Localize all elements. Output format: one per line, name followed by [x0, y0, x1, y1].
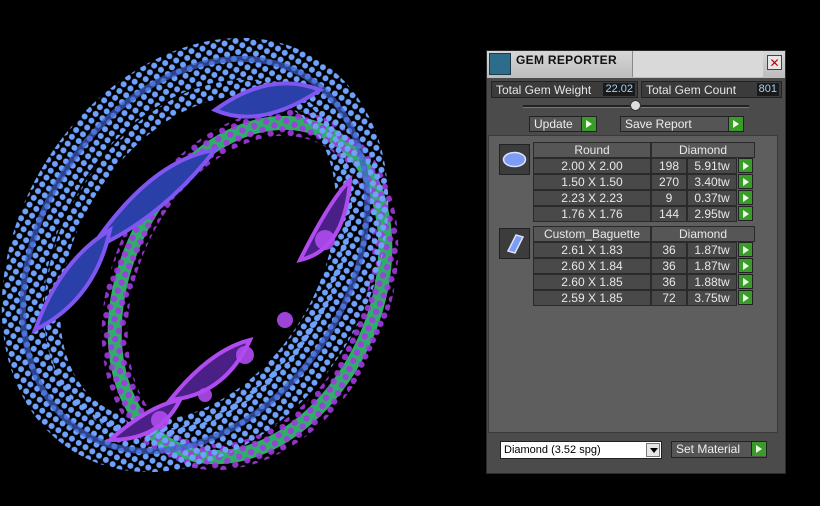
gem-weight-cell: 1.87tw	[687, 242, 737, 258]
material-select[interactable]: Diamond (3.52 spg)	[500, 441, 662, 459]
gem-count-cell: 36	[651, 274, 687, 290]
gem-weight-cell: 1.88tw	[687, 274, 737, 290]
gem-count-cell: 36	[651, 258, 687, 274]
total-gem-weight-label: Total Gem Weight	[496, 83, 592, 97]
gem-count-cell: 270	[651, 174, 687, 190]
slider-handle[interactable]	[630, 100, 641, 111]
row-select-button[interactable]	[738, 206, 753, 221]
group-shape-header: Custom_Baguette	[533, 226, 651, 242]
gem-count-cell: 144	[651, 206, 687, 222]
chevron-down-icon[interactable]	[646, 443, 660, 457]
group-material-header: Diamond	[651, 142, 755, 158]
close-button[interactable]: ✕	[767, 55, 782, 70]
round-gem-icon	[499, 144, 530, 175]
row-select-button[interactable]	[738, 190, 753, 205]
set-material-button[interactable]: Set Material	[671, 441, 767, 458]
title-bar[interactable]: GEM REPORTER ✕	[487, 51, 785, 78]
bangle-render	[1, 37, 399, 473]
baguette-gem-icon	[499, 228, 530, 259]
title-bar-spacer	[632, 51, 763, 77]
play-arrow-icon	[728, 117, 743, 131]
3d-viewport[interactable]	[0, 0, 480, 503]
gem-reporter-panel: GEM REPORTER ✕ Total Gem Weight 22.02 To…	[486, 50, 786, 474]
row-select-button[interactable]	[738, 258, 753, 273]
group-shape-header: Round	[533, 142, 651, 158]
update-button[interactable]: Update	[529, 116, 597, 132]
gem-size-cell: 2.23 X 2.23	[533, 190, 651, 206]
total-gem-count-label: Total Gem Count	[646, 83, 737, 97]
gem-weight-cell: 0.37tw	[687, 190, 737, 206]
gem-size-cell: 2.59 X 1.85	[533, 290, 651, 306]
row-select-button[interactable]	[738, 290, 753, 305]
group-material-header: Diamond	[651, 226, 755, 242]
set-material-label: Set Material	[676, 442, 741, 456]
update-label: Update	[534, 117, 573, 131]
gem-count-cell: 36	[651, 242, 687, 258]
row-select-button[interactable]	[738, 174, 753, 189]
save-report-label: Save Report	[625, 117, 692, 131]
row-select-button[interactable]	[738, 158, 753, 173]
save-report-button[interactable]: Save Report	[620, 116, 744, 132]
gem-count-cell: 72	[651, 290, 687, 306]
gem-weight-cell: 5.91tw	[687, 158, 737, 174]
material-select-value: Diamond (3.52 spg)	[504, 444, 601, 456]
gem-size-cell: 1.50 X 1.50	[533, 174, 651, 190]
gem-weight-cell: 1.87tw	[687, 258, 737, 274]
gem-weight-cell: 3.75tw	[687, 290, 737, 306]
gem-size-cell: 2.60 X 1.85	[533, 274, 651, 290]
total-gem-count-box: Total Gem Count 801	[641, 81, 782, 98]
gem-size-cell: 2.00 X 2.00	[533, 158, 651, 174]
row-select-button[interactable]	[738, 242, 753, 257]
gem-size-cell: 1.76 X 1.76	[533, 206, 651, 222]
total-gem-weight-value: 22.02	[603, 83, 635, 96]
play-arrow-icon	[581, 117, 596, 131]
total-gem-weight-box: Total Gem Weight 22.02	[491, 81, 638, 98]
gem-size-cell: 2.60 X 1.84	[533, 258, 651, 274]
play-arrow-icon	[751, 442, 766, 456]
gem-count-cell: 9	[651, 190, 687, 206]
gem-count-cell: 198	[651, 158, 687, 174]
panel-title: GEM REPORTER	[516, 53, 617, 67]
gem-size-cell: 2.61 X 1.83	[533, 242, 651, 258]
gem-reporter-app-icon	[489, 53, 511, 75]
gem-weight-cell: 3.40tw	[687, 174, 737, 190]
total-gem-count-value: 801	[756, 83, 779, 96]
gem-weight-cell: 2.95tw	[687, 206, 737, 222]
report-area: Round Diamond 2.00 X 2.00 198 5.91tw 1.5…	[488, 135, 778, 433]
row-select-button[interactable]	[738, 274, 753, 289]
